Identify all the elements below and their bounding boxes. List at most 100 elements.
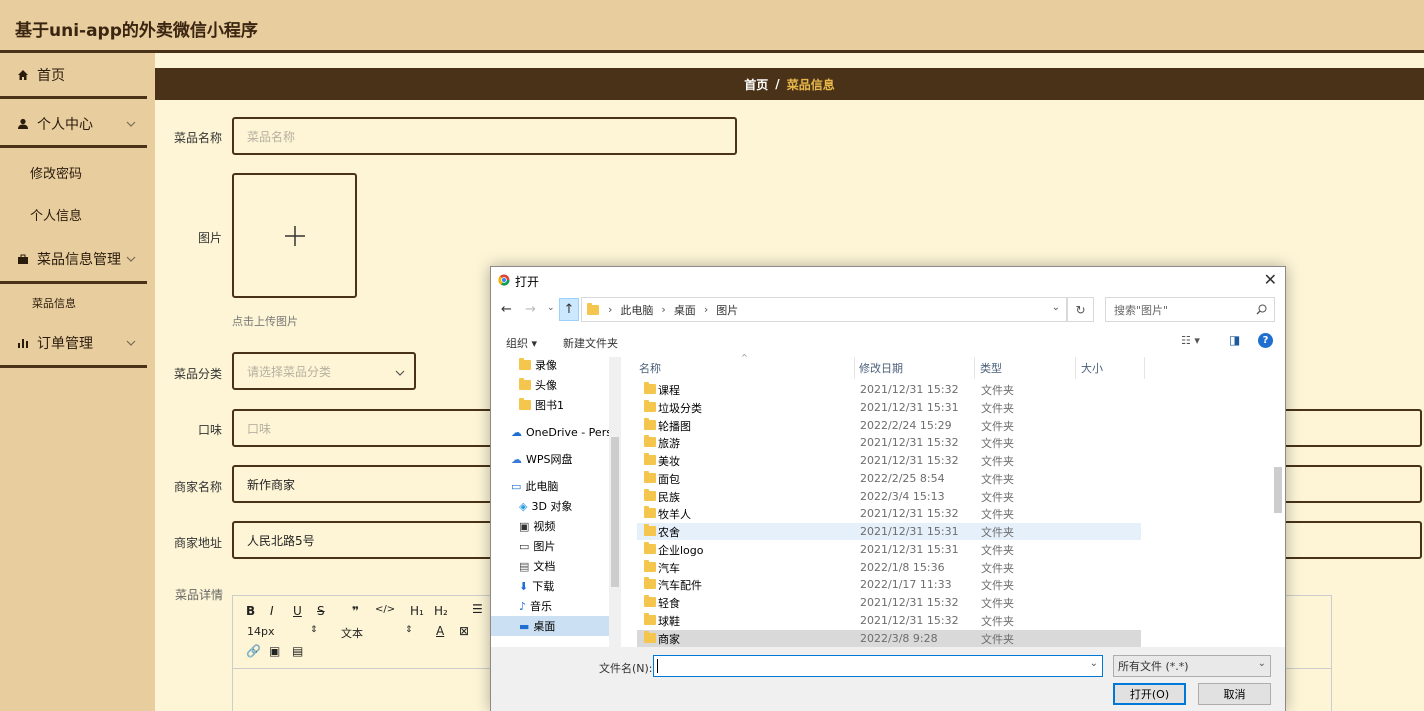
- search-input[interactable]: 搜索"图片": [1105, 297, 1275, 322]
- dish-name-input[interactable]: 菜品名称: [232, 117, 737, 155]
- file-row[interactable]: 汽车 2022/1/8 15:36 文件夹: [637, 559, 1141, 576]
- sidebar-item-label: 菜品信息管理: [37, 252, 121, 268]
- file-row[interactable]: 牧羊人 2021/12/31 15:32 文件夹: [637, 505, 1141, 522]
- folder-icon: [587, 302, 599, 315]
- chevron-down-icon[interactable]: ⌄: [1090, 658, 1098, 669]
- sidebar-item-personal-info[interactable]: 个人信息: [30, 205, 140, 224]
- file-name: 球鞋: [658, 614, 680, 628]
- up-arrow-icon[interactable]: ↑: [559, 298, 579, 321]
- file-row[interactable]: 农舍 2021/12/31 15:31 文件夹: [637, 523, 1141, 540]
- tree-item-selected[interactable]: ▬ 桌面: [491, 616, 609, 636]
- category-select[interactable]: 请选择菜品分类: [232, 352, 416, 390]
- column-header-date[interactable]: 修改日期: [859, 357, 975, 379]
- file-list-scrollbar[interactable]: [1271, 357, 1285, 647]
- list-icon[interactable]: ☰: [472, 602, 483, 616]
- column-header-type[interactable]: 类型: [980, 357, 1076, 379]
- file-row[interactable]: 轻食 2021/12/31 15:32 文件夹: [637, 594, 1141, 611]
- tree-item[interactable]: ☁ WPS网盘: [511, 449, 573, 469]
- help-icon[interactable]: ?: [1258, 333, 1273, 348]
- recent-dropdown-icon[interactable]: ⌄: [547, 303, 555, 313]
- file-row[interactable]: 课程 2021/12/31 15:32 文件夹: [637, 381, 1141, 398]
- breadcrumb-home[interactable]: 首页: [744, 76, 768, 93]
- tree-item[interactable]: ▣ 视频: [519, 516, 555, 536]
- column-header-size[interactable]: 大小: [1081, 357, 1145, 379]
- tree-item[interactable]: ▭ 此电脑: [511, 476, 558, 496]
- image-insert-icon[interactable]: ▣: [269, 644, 280, 658]
- tree-item-label: 3D 对象: [531, 500, 573, 513]
- back-arrow-icon[interactable]: ←: [501, 302, 512, 317]
- address-segment[interactable]: 此电脑: [620, 302, 653, 318]
- strike-button[interactable]: S: [317, 604, 325, 618]
- briefcase-icon: [15, 251, 31, 267]
- sidebar-item-dish-info[interactable]: 菜品信息: [32, 295, 142, 311]
- video-insert-icon[interactable]: ▤: [292, 644, 303, 658]
- file-type: 文件夹: [981, 632, 1014, 646]
- filename-input[interactable]: ⌄: [653, 655, 1103, 677]
- filetype-select[interactable]: 所有文件 (*.*) ⌄: [1113, 655, 1271, 677]
- chevron-down-icon[interactable]: ⌄: [1052, 302, 1060, 313]
- open-button[interactable]: 打开(O): [1113, 683, 1186, 705]
- view-options-icon[interactable]: ☷ ▾: [1181, 334, 1200, 347]
- address-segment[interactable]: 图片: [716, 302, 738, 318]
- organize-button[interactable]: 组织 ▾: [506, 335, 537, 351]
- underline-button[interactable]: U: [293, 604, 302, 618]
- file-name: 企业logo: [658, 543, 704, 557]
- file-row[interactable]: 旅游 2021/12/31 15:32 文件夹: [637, 434, 1141, 451]
- font-size-select[interactable]: 14px: [247, 625, 275, 638]
- preview-pane-icon[interactable]: ◨: [1229, 333, 1240, 347]
- cancel-button[interactable]: 取消: [1198, 683, 1271, 705]
- tree-scrollbar-thumb[interactable]: [611, 437, 619, 587]
- cloud-icon: ☁: [511, 425, 522, 439]
- clear-format-icon[interactable]: ⊠: [459, 624, 469, 638]
- refresh-icon[interactable]: ↻: [1067, 297, 1094, 322]
- font-color-button[interactable]: A: [436, 624, 444, 638]
- tree-item[interactable]: 图书1: [519, 395, 564, 415]
- bold-button[interactable]: B: [246, 604, 255, 618]
- file-row[interactable]: 面包 2022/2/25 8:54 文件夹: [637, 470, 1141, 487]
- italic-button[interactable]: I: [270, 604, 274, 618]
- blockquote-button[interactable]: ❞: [352, 604, 359, 618]
- forward-arrow-icon[interactable]: →: [525, 302, 536, 317]
- tree-item[interactable]: 头像: [519, 375, 557, 395]
- sidebar-item-order-management[interactable]: 订单管理: [0, 321, 147, 368]
- file-row[interactable]: 汽车配件 2022/1/17 11:33 文件夹: [637, 576, 1141, 593]
- chevron-right-icon: ›: [703, 303, 709, 316]
- sidebar-item-dish-management[interactable]: 菜品信息管理: [0, 237, 147, 284]
- file-row[interactable]: 轮播图 2022/2/24 15:29 文件夹: [637, 417, 1141, 434]
- h2-button[interactable]: H₂: [434, 604, 448, 618]
- sidebar-item-home[interactable]: 首页: [0, 53, 147, 99]
- address-bar[interactable]: › 此电脑 › 桌面 › 图片 ⌄: [581, 297, 1067, 322]
- tree-item[interactable]: 录像: [519, 355, 557, 375]
- tree-scrollbar[interactable]: [609, 357, 621, 647]
- file-list-scrollbar-thumb[interactable]: [1274, 467, 1282, 513]
- file-row[interactable]: 民族 2022/3/4 15:13 文件夹: [637, 488, 1141, 505]
- image-upload-box[interactable]: [232, 173, 357, 298]
- address-segment[interactable]: 桌面: [674, 302, 696, 318]
- computer-icon: ▭: [511, 479, 522, 493]
- close-icon[interactable]: ✕: [1264, 270, 1277, 289]
- tree-item[interactable]: ♪ 音乐: [519, 596, 552, 616]
- file-row[interactable]: 企业logo 2021/12/31 15:31 文件夹: [637, 541, 1141, 558]
- sidebar-item-change-password[interactable]: 修改密码: [30, 163, 140, 182]
- tree-item[interactable]: ◈ 3D 对象: [519, 496, 572, 516]
- file-row[interactable]: 美妆 2021/12/31 15:32 文件夹: [637, 452, 1141, 469]
- bar-chart-icon: [15, 335, 31, 351]
- file-date: 2021/12/31 15:32: [860, 454, 959, 467]
- sidebar-item-personal-center[interactable]: 个人中心: [0, 102, 147, 148]
- tree-item[interactable]: ⬇ 下载: [519, 576, 554, 596]
- file-name: 面包: [658, 472, 680, 486]
- h1-button[interactable]: H₁: [410, 604, 424, 618]
- tree-item-label: 音乐: [530, 600, 553, 613]
- new-folder-button[interactable]: 新建文件夹: [563, 335, 618, 351]
- tree-item[interactable]: ▤ 文档: [519, 556, 555, 576]
- tree-item[interactable]: ☁ OneDrive - Perso: [511, 422, 619, 442]
- file-row[interactable]: 垃圾分类 2021/12/31 15:31 文件夹: [637, 399, 1141, 416]
- filetype-value: 所有文件 (*.*): [1118, 660, 1189, 673]
- code-button[interactable]: </>: [375, 604, 395, 615]
- tree-item[interactable]: ▭ 图片: [519, 536, 555, 556]
- link-icon[interactable]: 🔗: [246, 644, 261, 658]
- file-row[interactable]: 商家 2022/3/8 9:28 文件夹: [637, 630, 1141, 647]
- file-row[interactable]: 球鞋 2021/12/31 15:32 文件夹: [637, 612, 1141, 629]
- file-date: 2022/2/24 15:29: [860, 419, 952, 432]
- text-style-select[interactable]: 文本: [341, 625, 363, 641]
